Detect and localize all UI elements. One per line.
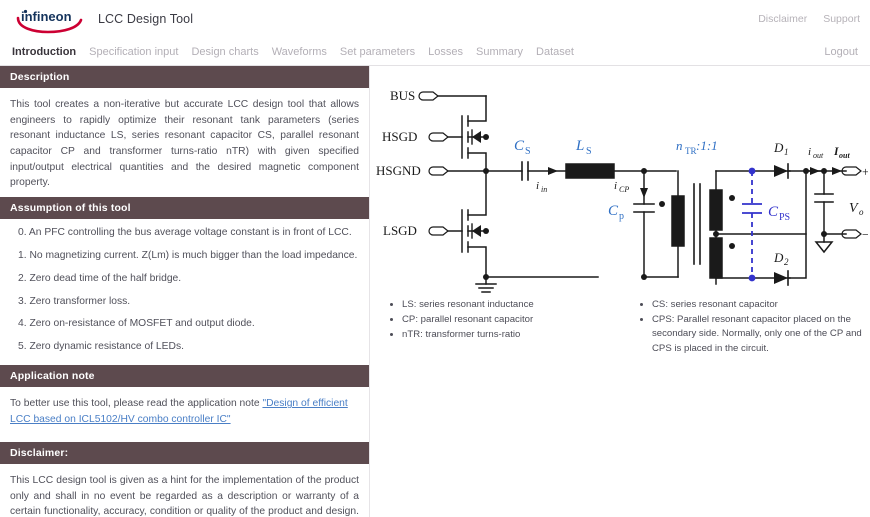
label-i-in-sub: in — [541, 185, 547, 194]
label-cps: C — [768, 204, 779, 220]
nav-item-waveforms[interactable]: Waveforms — [272, 46, 327, 58]
nav-item-design-charts[interactable]: Design charts — [191, 46, 258, 58]
label-d1: D — [773, 140, 784, 155]
assumption-panel-header: Assumption of this tool — [0, 196, 369, 219]
label-ls-sub: S — [586, 146, 592, 157]
nav-item-losses[interactable]: Losses — [428, 46, 463, 58]
schematic-legend: LS: series resonant inductance CP: paral… — [388, 298, 868, 357]
label-cp: C — [608, 203, 619, 219]
label-d1-sub: 1 — [784, 147, 789, 157]
label-I-out-sub: out — [839, 151, 850, 160]
nav-item-dataset[interactable]: Dataset — [536, 46, 574, 58]
label-vo: V — [849, 201, 859, 216]
page-content: Description This tool creates a non-iter… — [0, 66, 870, 517]
label-d2: D — [773, 250, 784, 265]
label-ntr-ratio: :1:1 — [696, 138, 718, 153]
label-vo-sub: o — [859, 207, 864, 217]
application-note-lead: To better use this tool, please read the… — [10, 398, 263, 410]
assumption-item: 3. Zero transformer loss. — [18, 295, 131, 307]
description-panel-text: This tool creates a non-iterative but ac… — [10, 99, 359, 189]
logout-link[interactable]: Logout — [824, 46, 858, 58]
label-d2-sub: 2 — [784, 257, 789, 267]
top-bar: infineon LCC Design Tool Disclaimer Supp… — [0, 0, 870, 38]
pin-label-bus: BUS — [390, 88, 415, 103]
label-i-cp-sub: CP — [619, 185, 629, 194]
pin-label-hsgd: HSGD — [382, 129, 417, 144]
disclaimer-panel-text: This LCC design tool is given as a hint … — [10, 475, 359, 517]
legend-item: CS: series resonant capacitor — [652, 298, 868, 312]
legend-item: CPS: Parallel resonant capacitor placed … — [652, 313, 868, 356]
assumption-item: 1. No magnetizing current. Z(Lm) is much… — [18, 249, 358, 261]
legend-item: CP: parallel resonant capacitor — [402, 313, 628, 327]
label-i-out: i — [808, 146, 811, 158]
pin-label-lsgd: LSGD — [383, 223, 417, 238]
label-ntr: n — [676, 138, 683, 153]
assumption-item: 2. Zero dead time of the half bridge. — [18, 272, 182, 284]
label-cp-sub: p — [619, 211, 624, 222]
label-output-minus: − — [862, 227, 868, 242]
label-i-cp: i — [614, 180, 617, 192]
assumption-item: 4. Zero on-resistance of MOSFET and outp… — [18, 318, 255, 330]
assumption-item: 0. An PFC controlling the bus average vo… — [18, 226, 352, 238]
label-ls: L — [575, 138, 584, 154]
nav-item-introduction[interactable]: Introduction — [12, 46, 76, 58]
pin-label-hsgnd: HSGND — [376, 163, 421, 178]
schematic-column: BUS HSGD HSGND LSGD C S L S i in i CP C … — [370, 66, 870, 517]
main-navigation: Introduction Specification input Design … — [0, 38, 870, 66]
left-information-column: Description This tool creates a non-iter… — [0, 66, 370, 517]
svg-text:infineon: infineon — [21, 9, 72, 24]
label-cs: C — [514, 138, 525, 154]
nav-item-summary[interactable]: Summary — [476, 46, 523, 58]
infineon-logo[interactable]: infineon — [12, 4, 84, 34]
nav-item-set-parameters[interactable]: Set parameters — [340, 46, 415, 58]
label-cs-sub: S — [525, 146, 531, 157]
description-panel-header: Description — [0, 66, 369, 88]
assumption-panel-list: 0. An PFC controlling the bus average vo… — [0, 219, 369, 365]
nav-item-specification-input[interactable]: Specification input — [89, 46, 178, 58]
legend-item: nTR: transformer turns-ratio — [402, 328, 628, 342]
legend-column-right: CS: series resonant capacitor CPS: Paral… — [628, 298, 868, 357]
lcc-circuit-schematic: BUS HSGD HSGND LSGD C S L S i in i CP C … — [376, 88, 868, 293]
application-note-panel-text: To better use this tool, please read the… — [0, 387, 369, 436]
label-ntr-sub: TR — [685, 146, 697, 156]
label-i-in: i — [536, 180, 539, 192]
legend-column-left: LS: series resonant inductance CP: paral… — [388, 298, 628, 357]
label-output-plus: + — [862, 164, 868, 179]
legend-item: LS: series resonant inductance — [402, 298, 628, 312]
disclaimer-link[interactable]: Disclaimer — [758, 13, 807, 25]
application-note-panel-header: Application note — [0, 365, 369, 388]
label-i-out-sub: out — [813, 151, 824, 160]
disclaimer-panel-header: Disclaimer: — [0, 442, 369, 465]
support-link[interactable]: Support — [823, 13, 860, 25]
assumption-item: 5. Zero dynamic resistance of LEDs. — [18, 341, 184, 353]
label-cps-sub: PS — [779, 212, 790, 223]
app-title: LCC Design Tool — [98, 12, 194, 26]
